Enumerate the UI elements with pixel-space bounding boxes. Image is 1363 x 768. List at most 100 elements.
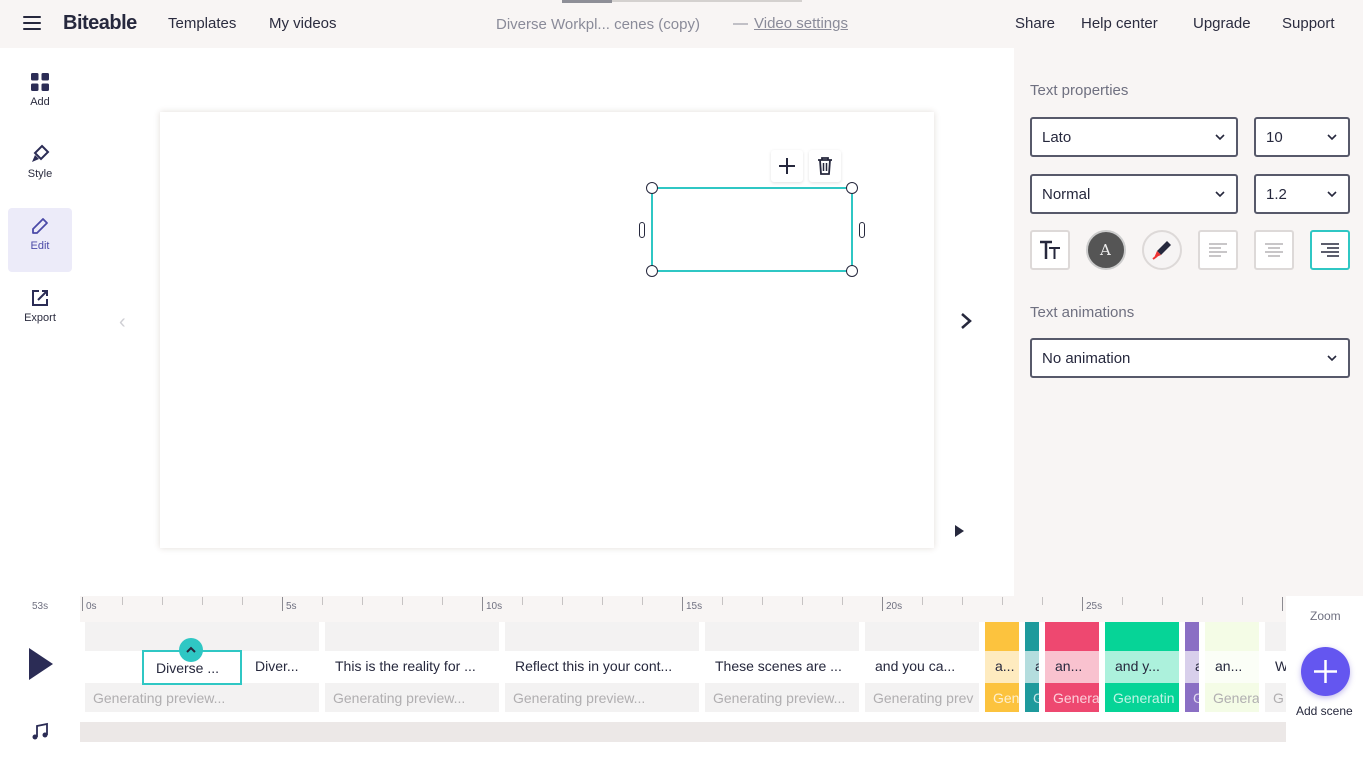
align-left-button[interactable] [1198, 230, 1238, 270]
chevron-left-icon[interactable]: ‹ [119, 311, 126, 334]
chevron-right-icon[interactable] [958, 311, 974, 331]
ruler-tick [442, 597, 443, 605]
sidebar-item-add[interactable]: Add [8, 64, 72, 128]
resize-handle-tr[interactable] [846, 182, 858, 194]
title-indicator-track [612, 0, 802, 2]
scene-label: and you ca... [875, 658, 956, 674]
ruler-tick [722, 597, 723, 605]
play-icon[interactable] [28, 647, 54, 681]
ruler-tick [122, 597, 123, 605]
scene-preview-status: G [1273, 690, 1284, 706]
ruler-tick [1282, 597, 1283, 611]
ruler-tick [642, 597, 643, 605]
nav-my-videos[interactable]: My videos [269, 15, 337, 32]
chevron-down-icon [1327, 191, 1337, 198]
ruler-tick [562, 597, 563, 605]
font-weight-value: Normal [1042, 186, 1091, 203]
highlight-color-icon [1152, 241, 1171, 260]
timeline-scrollbar[interactable] [80, 722, 1286, 742]
ruler-tick [362, 597, 363, 605]
timeline-scene[interactable]: and you ca... Generating prev [865, 622, 979, 712]
font-weight-select[interactable]: Normal [1030, 174, 1238, 214]
scene-label: a [1195, 658, 1199, 674]
text-box-selection[interactable] [651, 187, 853, 272]
timeline-scene[interactable]: These scenes are ... Generating preview..… [705, 622, 859, 712]
ruler-tick [882, 597, 883, 611]
delete-element-button[interactable] [809, 150, 841, 182]
timeline-scene[interactable]: WG [1265, 622, 1286, 712]
chevron-down-icon [1327, 355, 1337, 362]
font-size-select[interactable]: 10 [1254, 117, 1350, 157]
share-link[interactable]: Share [1015, 15, 1055, 32]
sidebar-item-style[interactable]: Style [8, 136, 72, 200]
project-title[interactable]: Diverse Workpl... cenes (copy) [496, 16, 700, 33]
sidebar-item-export[interactable]: Export [8, 280, 72, 344]
scene-preview-status: Generating preview... [333, 690, 466, 706]
scene-label: Diver... [255, 658, 299, 674]
timeline-scene[interactable]: and y... Generatin [1105, 622, 1179, 712]
ruler-tick [1082, 597, 1083, 611]
ruler-tick [202, 597, 203, 605]
font-family-select[interactable]: Lato [1030, 117, 1238, 157]
ruler-tick [1202, 597, 1203, 605]
ruler-tick [602, 597, 603, 605]
ruler-tick [282, 597, 283, 611]
timeline-scene[interactable]: aG [1025, 622, 1039, 712]
selected-scene-text: Diverse ... [156, 660, 220, 676]
text-color-button[interactable]: A [1086, 230, 1126, 270]
resize-handle-br[interactable] [846, 265, 858, 277]
tick-label: 25s [1086, 601, 1103, 612]
add-element-button[interactable] [771, 150, 803, 182]
timeline-ruler[interactable] [80, 596, 1286, 622]
ruler-tick [682, 597, 683, 611]
ruler-tick [402, 597, 403, 605]
scene-preview-status: Genera [1213, 690, 1259, 706]
sidebar-item-edit[interactable]: Edit [8, 208, 72, 272]
highlight-color-button[interactable] [1142, 230, 1182, 270]
scene-label: an... [1215, 658, 1243, 674]
timeline-scene[interactable]: Diver... [245, 622, 319, 712]
logo[interactable]: Biteable [63, 12, 137, 35]
plus-icon [1314, 660, 1337, 683]
menu-icon[interactable] [23, 16, 41, 30]
scene-expand-button[interactable] [179, 638, 203, 662]
help-center-link[interactable]: Help center [1081, 15, 1158, 32]
upgrade-link[interactable]: Upgrade [1193, 15, 1251, 32]
ruler-tick [522, 597, 523, 605]
timeline-scene[interactable]: an... Genera [1205, 622, 1259, 712]
timeline-scene[interactable]: This is the reality for ... Generating pr… [325, 622, 499, 712]
text-size-icon [1040, 240, 1060, 259]
resize-handle-right[interactable] [859, 222, 865, 238]
music-icon[interactable] [30, 722, 50, 742]
scene-preview-status: Generating prev [873, 690, 974, 706]
pencil-icon [32, 218, 48, 234]
text-size-button[interactable] [1030, 230, 1070, 270]
align-right-button[interactable] [1310, 230, 1350, 270]
line-height-select[interactable]: 1.2 [1254, 174, 1350, 214]
add-scene-button[interactable] [1301, 647, 1350, 696]
ruler-tick [922, 597, 923, 605]
resize-handle-bl[interactable] [646, 265, 658, 277]
timeline-scene[interactable]: an... Genera [1045, 622, 1099, 712]
timeline-scene[interactable]: a... Gen [985, 622, 1019, 712]
ruler-tick [322, 597, 323, 605]
align-center-button[interactable] [1254, 230, 1294, 270]
zoom-label[interactable]: Zoom [1310, 609, 1341, 623]
nav-templates[interactable]: Templates [168, 15, 236, 32]
support-link[interactable]: Support [1282, 15, 1335, 32]
timeline-scene[interactable]: Reflect this in your cont... Generating p… [505, 622, 699, 712]
ruler-tick [1042, 597, 1043, 605]
timeline-scene[interactable]: aG [1185, 622, 1199, 712]
align-right-icon [1321, 243, 1339, 257]
sidebar-item-label: Add [30, 96, 50, 108]
scene-label: a... [995, 658, 1015, 674]
ruler-tick [242, 597, 243, 605]
play-scene-icon[interactable] [954, 525, 964, 537]
resize-handle-tl[interactable] [646, 182, 658, 194]
tick-label: 10s [486, 601, 503, 612]
text-animation-select[interactable]: No animation [1030, 338, 1350, 378]
scene-preview-status: Generatin [1113, 690, 1175, 706]
resize-handle-left[interactable] [639, 222, 645, 238]
text-animations-heading: Text animations [1030, 304, 1135, 321]
video-settings-link[interactable]: Video settings [754, 15, 848, 32]
